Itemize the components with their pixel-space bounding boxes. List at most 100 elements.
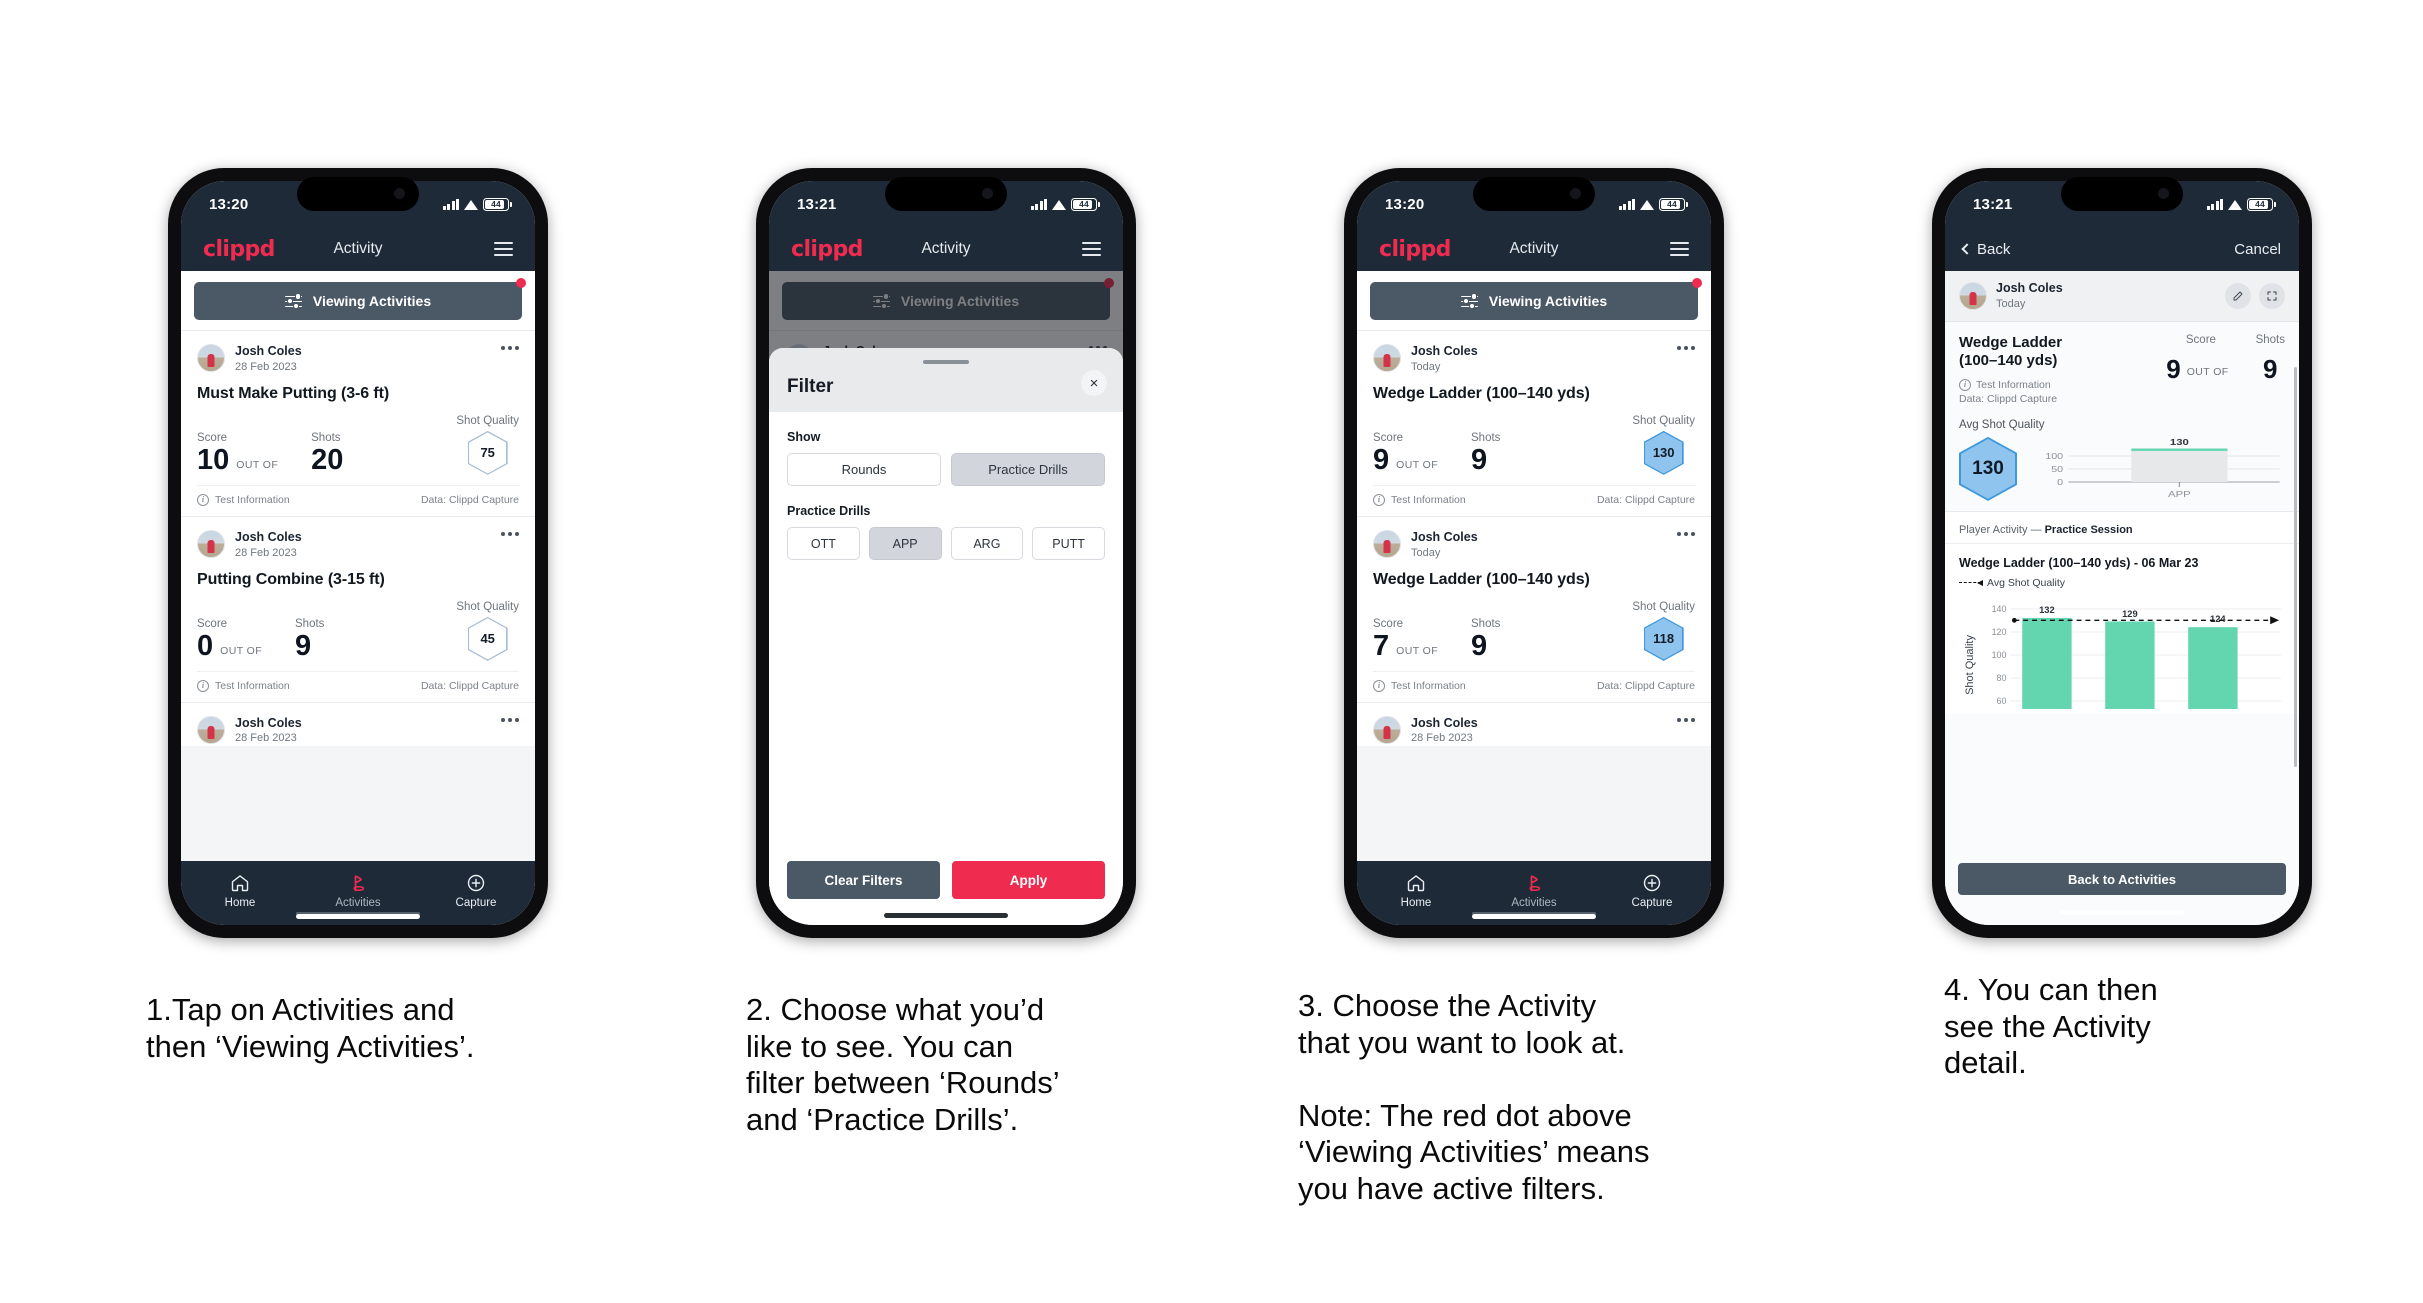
info-icon[interactable]: i: [197, 679, 209, 692]
drill-option-ott[interactable]: OTT: [787, 527, 860, 560]
close-icon[interactable]: ×: [1081, 370, 1107, 396]
cellular-signal-icon: [1030, 198, 1047, 210]
status-time: 13:21: [1973, 195, 2013, 213]
tab-capture-label: Capture: [455, 896, 497, 909]
front-camera-icon: [1570, 188, 1581, 199]
status-time: 13:20: [209, 195, 249, 213]
user-block: Josh Coles Today: [1411, 344, 1478, 374]
clippd-logo[interactable]: clippd: [1379, 237, 1451, 262]
wifi-icon: [1640, 199, 1654, 210]
player-activity-value: Practice Session: [2044, 523, 2133, 536]
avatar: [1959, 281, 1987, 310]
shot-quality-metric: Shot Quality 118: [1632, 601, 1695, 661]
tab-capture[interactable]: Capture: [417, 872, 535, 909]
shots-value: 9: [1471, 443, 1488, 476]
home-icon: [181, 872, 299, 894]
phone-2: 13:21 44 clippd Activity Viewing Activit…: [756, 168, 1136, 938]
score-value: 0: [197, 629, 214, 662]
caption-step-2: 2. Choose what you’d like to see. You ca…: [746, 992, 1060, 1137]
avg-shot-quality-section: Avg Shot Quality 130 100 50 0 130 APP: [1959, 419, 2285, 501]
detail-title: Wedge Ladder (100–140 yds): [1959, 333, 2063, 369]
info-icon[interactable]: i: [1373, 679, 1385, 692]
info-icon[interactable]: i: [1959, 378, 1971, 391]
viewing-activities-button[interactable]: Viewing Activities: [1370, 278, 1702, 320]
activity-card[interactable]: Josh Coles Today Wedge Ladder (100–140 y…: [1357, 330, 1711, 516]
app-nav-bar: clippd Activity: [181, 227, 535, 271]
drill-option-app[interactable]: APP: [868, 527, 942, 560]
svg-text:APP: APP: [2168, 490, 2191, 499]
expand-icon[interactable]: [2259, 282, 2285, 309]
tab-home[interactable]: Home: [181, 872, 299, 909]
activity-date: Today: [1996, 297, 2026, 310]
tab-home[interactable]: Home: [1357, 872, 1475, 909]
pencil-icon[interactable]: [2225, 282, 2251, 309]
tab-capture-label: Capture: [1631, 896, 1673, 909]
svg-text:129: 129: [2122, 609, 2138, 620]
shots-value: 20: [311, 443, 344, 476]
activity-card[interactable]: Josh Coles 28 Feb 2023: [181, 701, 535, 746]
wifi-icon: [464, 199, 478, 210]
shot-quality-metric: Shot Quality 130: [1632, 415, 1695, 475]
filter-title: Filter: [787, 376, 834, 397]
app-nav-bar: clippd Activity: [769, 227, 1123, 271]
tab-capture[interactable]: Capture: [1593, 872, 1711, 909]
activity-card[interactable]: Josh Coles 28 Feb 2023 Putting Combine (…: [181, 515, 535, 702]
card-overflow-menu-icon[interactable]: [501, 346, 519, 350]
show-option-rounds[interactable]: Rounds: [787, 453, 941, 486]
activity-card[interactable]: Josh Coles 28 Feb 2023 Must Make Putting…: [181, 330, 535, 516]
back-button[interactable]: Back: [1961, 241, 2010, 258]
scrollbar[interactable]: [2294, 367, 2297, 767]
data-source-label: Data: Clippd Capture: [1596, 493, 1695, 506]
card-overflow-menu-icon[interactable]: [1677, 531, 1695, 536]
user-block: Josh Coles 28 Feb 2023: [235, 344, 302, 374]
status-indicators: 44: [442, 197, 512, 211]
clippd-logo[interactable]: clippd: [203, 237, 275, 262]
svg-text:120: 120: [1992, 627, 2007, 637]
tab-activities[interactable]: Activities: [299, 872, 417, 909]
viewing-activities-wrap: Viewing Activities: [1357, 271, 1711, 330]
active-filter-badge: [1692, 278, 1702, 288]
menu-icon[interactable]: [1082, 242, 1101, 256]
menu-icon[interactable]: [494, 242, 513, 256]
activity-card[interactable]: Josh Coles Today Wedge Ladder (100–140 y…: [1357, 515, 1711, 702]
activity-title: Putting Combine (3-15 ft): [197, 570, 385, 588]
tab-home-label: Home: [1400, 896, 1432, 909]
menu-icon[interactable]: [1670, 242, 1689, 256]
shot-quality-value: 45: [480, 631, 495, 647]
battery-icon: 44: [483, 197, 512, 211]
info-icon[interactable]: i: [1373, 493, 1385, 506]
sheet-grabber[interactable]: [923, 360, 969, 364]
activities-list: Viewing Activities Josh Coles: [769, 271, 1123, 925]
legend-label: Avg Shot Quality: [1987, 576, 2066, 589]
shot-quality-chart-section: Wedge Ladder (100–140 yds) - 06 Mar 23 A…: [1945, 542, 2299, 714]
card-metrics: Score 7 OUT OF Shots 9 Shot Quality 118: [1373, 601, 1695, 671]
avatar: [197, 529, 225, 558]
page-title: Activity: [1509, 240, 1559, 257]
card-overflow-menu-icon[interactable]: [1677, 346, 1695, 350]
drill-option-arg[interactable]: ARG: [950, 527, 1024, 560]
player-activity-row: Player Activity — Practice Session: [1945, 510, 2299, 543]
activity-card[interactable]: Josh Coles 28 Feb 2023: [1357, 701, 1711, 746]
clear-filters-button[interactable]: Clear Filters: [787, 861, 940, 899]
clippd-logo[interactable]: clippd: [791, 237, 863, 262]
tab-activities-label: Activities: [335, 896, 381, 909]
info-icon[interactable]: i: [197, 493, 209, 506]
shots-label: Shots: [1471, 431, 1501, 444]
card-overflow-menu-icon[interactable]: [501, 531, 519, 536]
viewing-activities-button[interactable]: Viewing Activities: [194, 278, 526, 320]
cellular-signal-icon: [2206, 198, 2223, 210]
svg-text:100: 100: [2045, 452, 2063, 461]
caption-step-3: 3. Choose the Activity that you want to …: [1298, 988, 1650, 1206]
card-overflow-menu-icon[interactable]: [501, 717, 519, 722]
cancel-button[interactable]: Cancel: [2234, 241, 2281, 258]
drill-option-putt[interactable]: PUTT: [1032, 527, 1105, 560]
back-to-activities-button[interactable]: Back to Activities: [1958, 863, 2286, 895]
home-indicator: [296, 914, 420, 919]
apply-button[interactable]: Apply: [952, 861, 1105, 899]
card-footer: i Test Information Data: Clippd Capture: [197, 484, 519, 516]
show-option-practice-drills[interactable]: Practice Drills: [951, 453, 1105, 486]
front-camera-icon: [2158, 188, 2169, 199]
detail-nav-bar: Back Cancel: [1945, 227, 2299, 271]
tab-activities[interactable]: Activities: [1475, 872, 1593, 909]
card-overflow-menu-icon[interactable]: [1677, 717, 1695, 722]
